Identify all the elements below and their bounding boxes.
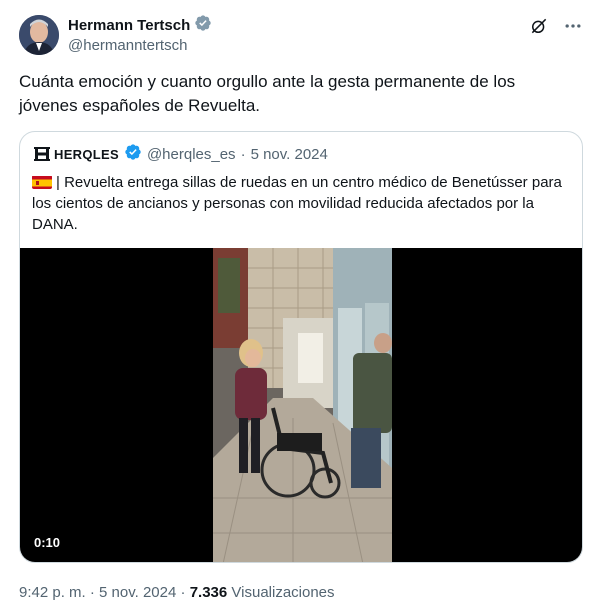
tweet-metadata: 9:42 p. m. · 5 nov. 2024 · 7.336 Visuali… [19,584,335,601]
tweet-text: Cuánta emoción y cuanto orgullo ante la … [19,72,516,115]
video-duration: 0:10 [34,535,61,550]
author-handle[interactable]: @hermanntertsch [68,37,212,54]
author-name[interactable]: Hermann Tertsch [68,17,190,34]
tweet-date[interactable]: 5 nov. 2024 [99,584,176,601]
more-icon[interactable] [563,16,583,36]
views-label: Visualizaciones [231,584,335,601]
quoted-text: | Revuelta entrega sillas de ruedas en u… [32,174,562,233]
quoted-name: HERQLES [54,146,119,162]
author-avatar[interactable] [19,15,59,55]
views-count: 7.336 [189,584,228,601]
author-block: Hermann Tertsch @hermanntertsch [68,14,212,54]
spain-flag-icon [32,175,52,189]
herqles-logo-icon [34,147,50,161]
quoted-text-block: | Revuelta entrega sillas de ruedas en u… [32,172,572,235]
grok-icon[interactable] [529,16,549,36]
video-player[interactable]: 0:10 [20,248,582,562]
verified-badge-icon [194,14,212,37]
video-thumbnail [213,248,392,562]
quoted-avatar[interactable]: HERQLES [34,147,119,162]
meta-separator: · [180,584,186,601]
quoted-verified-badge-icon [124,143,142,165]
quoted-handle[interactable]: @herqles_es [147,146,236,163]
quoted-tweet[interactable]: HERQLES @herqles_es · 5 nov. 2024 | Revu… [19,131,583,563]
quoted-date[interactable]: 5 nov. 2024 [251,146,328,163]
meta-separator: · [89,584,95,601]
separator-dot: · [240,145,246,163]
tweet-time[interactable]: 9:42 p. m. [19,584,86,601]
